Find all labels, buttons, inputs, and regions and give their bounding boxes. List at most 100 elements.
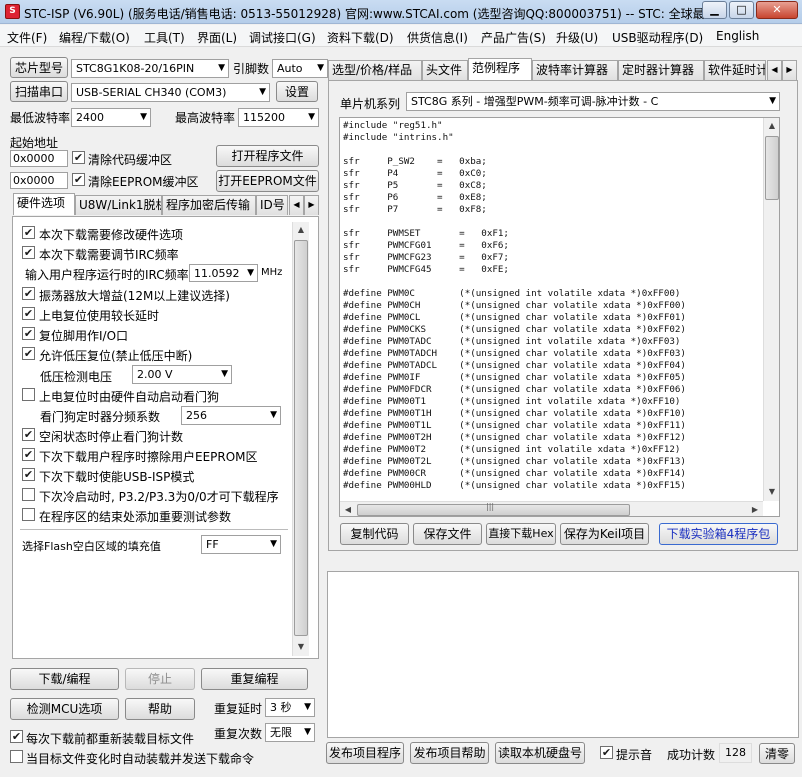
option-checkbox[interactable]: ✔ (22, 468, 35, 481)
tab-timer-calculator[interactable]: 定时器计算器 (618, 60, 704, 80)
repeat-delay-select[interactable]: 3 秒 ▼ (265, 698, 315, 717)
low-voltage-select[interactable]: 2.00 V ▼ (132, 365, 232, 384)
scroll-left-icon[interactable]: ◀ (342, 505, 354, 514)
repeat-program-button[interactable]: 重复编程 (201, 668, 308, 690)
option-checkbox[interactable]: ✔ (22, 448, 35, 461)
eeprom-address-input[interactable]: 0x0000 (10, 172, 68, 189)
port-select[interactable]: USB-SERIAL CH340 (COM3) ▼ (71, 83, 270, 102)
options-scrollbar[interactable]: ▲ ▼ (292, 222, 309, 656)
help-button[interactable]: 帮助 (125, 698, 195, 720)
repeat-count-select[interactable]: 无限 ▼ (265, 723, 315, 742)
menu-upgrade[interactable]: 升级(U) (556, 29, 598, 46)
tab-hardware-options[interactable]: 硬件选项 (13, 193, 75, 215)
menu-english[interactable]: English (716, 29, 759, 43)
clear-code-label: 清除代码缓冲区 (88, 153, 173, 167)
reload-each-checkbox[interactable]: ✔ (10, 730, 23, 743)
maximize-button[interactable]: □ (729, 1, 754, 19)
code-vscroll-thumb[interactable] (765, 136, 779, 200)
code-vscrollbar[interactable]: ▲ ▼ (763, 118, 779, 501)
menu-tools[interactable]: 工具(T) (144, 29, 185, 46)
tab-scroll-left-icon[interactable]: ◀ (767, 60, 782, 80)
scroll-down-icon[interactable]: ▼ (293, 642, 309, 651)
download-program-button[interactable]: 下载/编程 (10, 668, 119, 690)
stop-button[interactable]: 停止 (125, 668, 195, 690)
option-checkbox[interactable]: ✔ (22, 347, 35, 360)
auto-reload-checkbox[interactable] (10, 750, 23, 763)
tab-sample-programs[interactable]: 范例程序 (468, 58, 532, 80)
save-file-button[interactable]: 保存文件 (413, 523, 482, 545)
sound-checkbox[interactable]: ✔ (600, 746, 613, 759)
code-hscroll-thumb[interactable]: ||| (357, 502, 630, 516)
success-count-value: 128 (719, 743, 752, 763)
tab-u8w-offline[interactable]: U8W/Link1脱机 (75, 195, 162, 215)
code-line: #define PWM00CR (*(unsigned char volatil… (343, 468, 686, 479)
irc-frequency-select[interactable]: 11.0592 ▼ (189, 264, 258, 282)
code-address-input[interactable]: 0x0000 (10, 150, 68, 167)
left-tab-strip: 硬件选项 U8W/Link1脱机 程序加密后传输 ID号 ◀ ▶ (10, 193, 320, 217)
scroll-up-icon[interactable]: ▲ (293, 225, 309, 234)
option-checkbox[interactable]: ✔ (22, 428, 35, 441)
code-viewer[interactable]: #include "reg51.h" #include "intrins.h" s… (339, 117, 780, 517)
tab-scroll-right-icon[interactable]: ▶ (782, 60, 797, 80)
tab-id[interactable]: ID号 (256, 195, 288, 215)
clear-count-button[interactable]: 清零 (759, 743, 795, 764)
tab-software-delay[interactable]: 软件延时计 (704, 60, 766, 80)
scan-port-button[interactable]: 扫描串口 (10, 81, 68, 102)
tab-header-files[interactable]: 头文件 (422, 60, 468, 80)
max-baud-select[interactable]: 115200 ▼ (238, 108, 319, 127)
chip-type-button[interactable]: 芯片型号 (10, 57, 68, 78)
min-baud-select[interactable]: 2400 ▼ (71, 108, 151, 127)
tab-baud-calculator[interactable]: 波特率计算器 (532, 60, 618, 80)
open-program-button[interactable]: 打开程序文件 (216, 145, 319, 167)
option-checkbox[interactable] (22, 388, 35, 401)
watchdog-divider-select[interactable]: 256 ▼ (181, 406, 281, 425)
clear-code-checkbox[interactable]: ✔ (72, 151, 85, 164)
pins-select[interactable]: Auto ▼ (272, 59, 328, 78)
code-line: sfr PWMSET = 0xF1; (343, 228, 509, 239)
scroll-down-icon[interactable]: ▼ (764, 487, 779, 496)
menu-supply[interactable]: 供货信息(I) (407, 29, 468, 46)
chip-select[interactable]: STC8G1K08-20/16PIN ▼ (71, 59, 229, 78)
minimize-button[interactable]: ▁ (702, 1, 727, 19)
tab-scroll-right-icon[interactable]: ▶ (304, 195, 319, 215)
open-eeprom-button[interactable]: 打开EEPROM文件 (216, 170, 319, 192)
option-checkbox[interactable]: ✔ (22, 226, 35, 239)
menu-interface[interactable]: 界面(L) (197, 29, 237, 46)
option-checkbox[interactable]: ✔ (22, 287, 35, 300)
direct-download-hex-button[interactable]: 直接下载Hex (486, 523, 556, 545)
menu-ads[interactable]: 产品广告(S) (481, 29, 546, 46)
tab-encrypted-transfer[interactable]: 程序加密后传输 (162, 195, 256, 215)
publish-project-button[interactable]: 发布项目程序 (326, 742, 404, 764)
flash-fill-select[interactable]: FF ▼ (201, 535, 281, 554)
mcu-series-select[interactable]: STC8G 系列 - 增强型PWM-频率可调-脉冲计数 - C ▼ (406, 92, 780, 111)
code-line: sfr P4 = 0xC0; (343, 168, 487, 179)
watchdog-divider-value: 256 (186, 409, 207, 422)
option-checkbox[interactable] (22, 488, 35, 501)
scroll-up-icon[interactable]: ▲ (764, 121, 779, 130)
code-line: #define PWM0TADCH (*(unsigned char volat… (343, 348, 686, 359)
menu-datasheet[interactable]: 资料下载(D) (327, 29, 394, 46)
menu-file[interactable]: 文件(F) (7, 29, 47, 46)
menu-debug[interactable]: 调试接口(G) (249, 29, 316, 46)
port-settings-button[interactable]: 设置 (276, 81, 318, 102)
option-checkbox[interactable] (22, 508, 35, 521)
menu-usb-driver[interactable]: USB驱动程序(D) (612, 29, 703, 46)
menu-program-download[interactable]: 编程/下载(O) (59, 29, 130, 46)
tab-scroll-left-icon[interactable]: ◀ (289, 195, 304, 215)
chevron-down-icon: ▼ (317, 63, 324, 73)
option-checkbox[interactable]: ✔ (22, 246, 35, 259)
clear-eeprom-checkbox[interactable]: ✔ (72, 173, 85, 186)
option-checkbox[interactable]: ✔ (22, 327, 35, 340)
tab-selection-price[interactable]: 选型/价格/样品 (328, 60, 422, 80)
publish-help-button[interactable]: 发布项目帮助 (410, 742, 489, 764)
read-disk-id-button[interactable]: 读取本机硬盘号 (495, 742, 585, 764)
download-kit-program-button[interactable]: 下载实验箱4程序包 (659, 523, 778, 545)
save-keil-project-button[interactable]: 保存为Keil项目 (560, 523, 649, 545)
options-scroll-thumb[interactable] (294, 240, 308, 636)
code-hscrollbar[interactable]: ◀ ||| ▶ (340, 501, 763, 516)
close-button[interactable]: ✕ (756, 1, 798, 19)
check-mcu-button[interactable]: 检测MCU选项 (10, 698, 119, 720)
option-checkbox[interactable]: ✔ (22, 307, 35, 320)
copy-code-button[interactable]: 复制代码 (340, 523, 409, 545)
scroll-right-icon[interactable]: ▶ (749, 505, 761, 514)
